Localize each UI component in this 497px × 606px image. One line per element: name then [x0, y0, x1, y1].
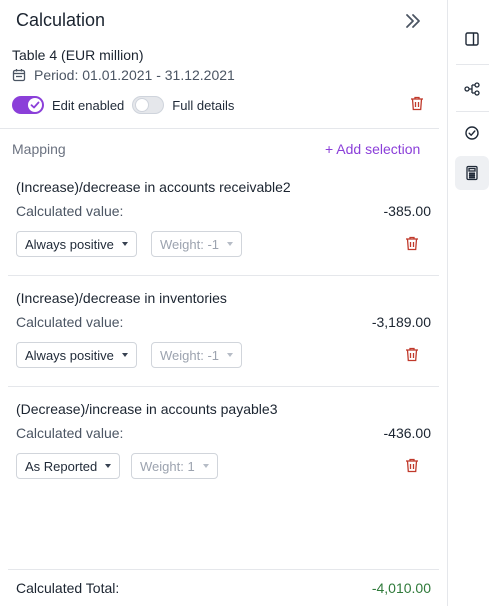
- collapse-panel-button[interactable]: [402, 10, 424, 32]
- trash-icon: [411, 96, 423, 111]
- period-line: Period: 01.01.2021 - 31.12.2021: [12, 67, 235, 83]
- trash-icon: [406, 347, 418, 362]
- calculated-value-label: Calculated value:: [16, 314, 124, 330]
- calculated-total-label: Calculated Total:: [16, 580, 120, 596]
- trash-icon: [406, 458, 418, 473]
- sign-mode-select[interactable]: Always positive: [16, 231, 137, 257]
- caret-down-icon: [105, 464, 112, 468]
- check-icon: [30, 101, 40, 109]
- sign-mode-select[interactable]: Always positive: [16, 342, 137, 368]
- calendar-icon: [12, 69, 26, 82]
- weight-select[interactable]: Weight: -1: [151, 231, 243, 257]
- delete-calculation-button[interactable]: [410, 96, 424, 116]
- full-details-toggle[interactable]: [132, 96, 165, 114]
- edit-enabled-toggle[interactable]: [12, 96, 44, 114]
- split-view-icon: [465, 32, 479, 46]
- toggle-knob: [135, 98, 150, 112]
- mapping-row-title: (Increase)/decrease in inventories: [16, 290, 227, 306]
- sign-mode-select[interactable]: As Reported: [16, 453, 121, 479]
- mapping-label: Mapping: [12, 141, 66, 157]
- delete-row-button[interactable]: [405, 458, 419, 478]
- mapping-row-title: (Increase)/decrease in accounts receivab…: [16, 179, 291, 195]
- caret-down-icon: [121, 242, 128, 246]
- mapping-row-title: (Decrease)/increase in accounts payable3: [16, 401, 278, 417]
- sign-mode-value: Always positive: [25, 236, 114, 252]
- weight-value: Weight: 1: [140, 458, 195, 474]
- header-divider: [0, 128, 439, 129]
- calculated-value: -3,189.00: [371, 314, 431, 330]
- calculated-value-label: Calculated value:: [16, 203, 124, 219]
- caret-down-icon: [202, 464, 209, 468]
- toolbar-separator: [456, 64, 489, 65]
- row-divider: [8, 275, 439, 276]
- calculated-value-label: Calculated value:: [16, 425, 124, 441]
- toolbar-separator: [456, 111, 489, 112]
- period-text: Period: 01.01.2021 - 31.12.2021: [34, 67, 235, 83]
- add-selection-button[interactable]: + Add selection: [325, 141, 420, 157]
- weight-value: Weight: -1: [160, 347, 220, 363]
- split-view-button[interactable]: [455, 22, 489, 56]
- sign-mode-value: As Reported: [25, 458, 98, 474]
- trash-icon: [406, 236, 418, 251]
- panel-title: Calculation: [16, 10, 106, 30]
- full-details-label: Full details: [172, 97, 235, 113]
- row-divider: [8, 386, 439, 387]
- validate-button[interactable]: [455, 116, 489, 150]
- hierarchy-button[interactable]: [455, 72, 489, 106]
- double-chevron-right-icon: [406, 14, 420, 28]
- edit-enabled-label: Edit enabled: [52, 97, 125, 113]
- delete-row-button[interactable]: [405, 236, 419, 256]
- weight-select[interactable]: Weight: -1: [151, 342, 243, 368]
- calculator-icon: [466, 165, 478, 181]
- toggle-row: Edit enabled Full details: [12, 95, 242, 115]
- calculator-button[interactable]: [455, 156, 489, 190]
- caret-down-icon: [227, 242, 234, 246]
- caret-down-icon: [227, 353, 234, 357]
- sign-mode-value: Always positive: [25, 347, 114, 363]
- calculated-value: -385.00: [383, 203, 431, 219]
- check-circle-icon: [465, 126, 479, 140]
- hierarchy-icon: [464, 82, 480, 96]
- total-divider: [8, 569, 439, 570]
- caret-down-icon: [121, 353, 128, 357]
- calculated-value: -436.00: [383, 425, 431, 441]
- calculation-panel: Calculation Table 4 (EUR million) Period…: [0, 0, 447, 606]
- weight-select[interactable]: Weight: 1: [131, 453, 218, 479]
- delete-row-button[interactable]: [405, 347, 419, 367]
- table-name: Table 4 (EUR million): [12, 47, 144, 63]
- right-toolbar: [448, 0, 497, 606]
- weight-value: Weight: -1: [160, 236, 220, 252]
- calculated-total-value: -4,010.00: [371, 580, 431, 596]
